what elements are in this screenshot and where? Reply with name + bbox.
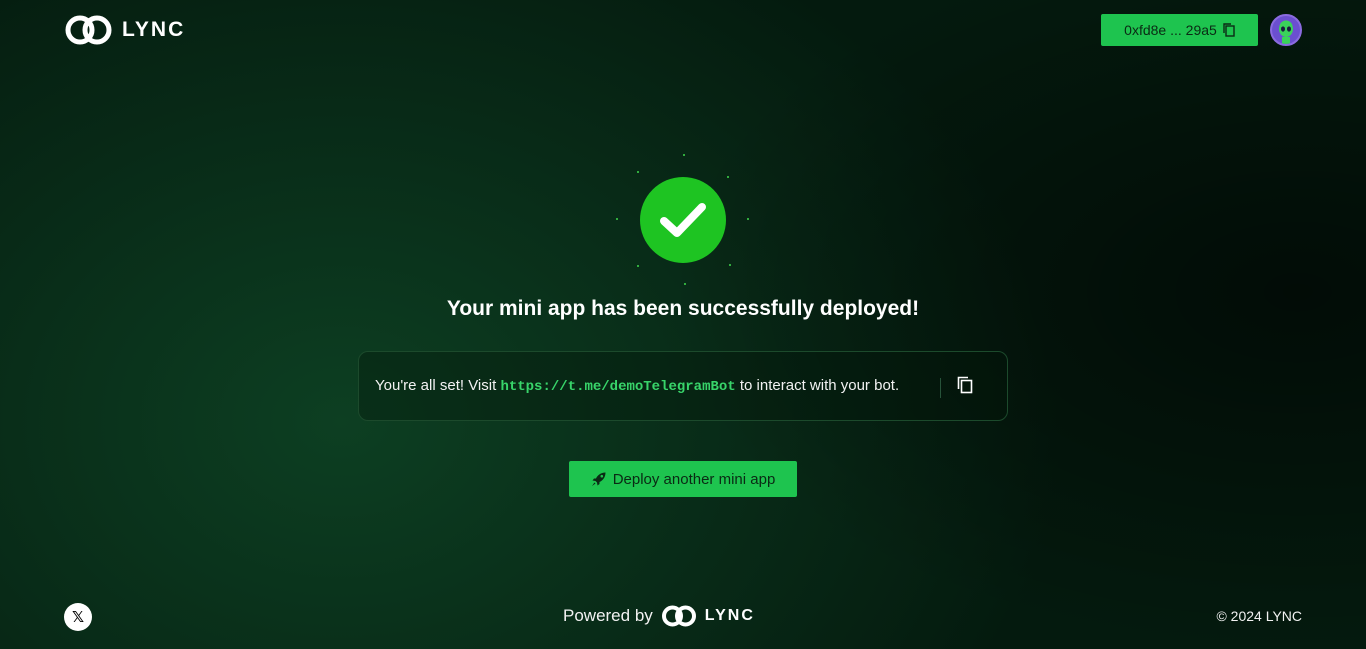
bot-link-message: You're all set! Visit https://t.me/demoT… — [375, 377, 899, 395]
bot-link-box: You're all set! Visit https://t.me/demoT… — [358, 351, 1008, 421]
message-prefix: You're all set! Visit — [375, 377, 497, 394]
copy-link-button[interactable] — [957, 376, 975, 396]
success-badge — [613, 150, 753, 290]
brand-logo[interactable]: LYNC — [64, 14, 185, 46]
deploy-another-label: Deploy another mini app — [612, 470, 776, 488]
alien-avatar-icon — [1279, 21, 1293, 44]
spark-dot — [637, 265, 639, 267]
x-icon: 𝕏 — [71, 609, 85, 626]
x-social-link[interactable]: 𝕏 — [64, 603, 92, 631]
avatar[interactable] — [1270, 14, 1302, 46]
brand-name: LYNC — [122, 18, 186, 41]
spark-dot — [683, 154, 685, 156]
spark-dot — [684, 283, 686, 285]
success-circle — [640, 177, 726, 263]
bot-url-link[interactable]: https://t.me/demoTelegramBot — [500, 379, 735, 395]
spark-dot — [747, 218, 749, 220]
powered-brand: LYNC — [704, 607, 755, 624]
spark-dot — [637, 171, 639, 173]
spark-dot — [727, 176, 729, 178]
success-title: Your mini app has been successfully depl… — [446, 297, 920, 320]
lync-logo-icon — [661, 605, 696, 627]
spark-dot — [616, 218, 618, 220]
rocket-icon — [591, 472, 606, 486]
wallet-address: 0xfd8e ... 29a5 — [1124, 22, 1217, 38]
copy-icon — [1223, 23, 1235, 37]
copy-icon — [957, 376, 973, 394]
wallet-address-button[interactable]: 0xfd8e ... 29a5 — [1101, 14, 1258, 46]
copyright: © 2024 LYNC — [1216, 608, 1302, 624]
deploy-another-button[interactable]: Deploy another mini app — [569, 461, 797, 497]
lync-logo-icon — [65, 15, 112, 45]
powered-by-text: Powered by — [563, 606, 653, 625]
message-suffix: to interact with your bot. — [739, 377, 900, 394]
spark-dot — [729, 264, 731, 266]
check-icon — [660, 203, 706, 237]
header: LYNC 0xfd8e ... 29a5 — [0, 0, 1366, 62]
divider — [940, 378, 941, 398]
powered-by: Powered by LYNC — [563, 604, 755, 628]
